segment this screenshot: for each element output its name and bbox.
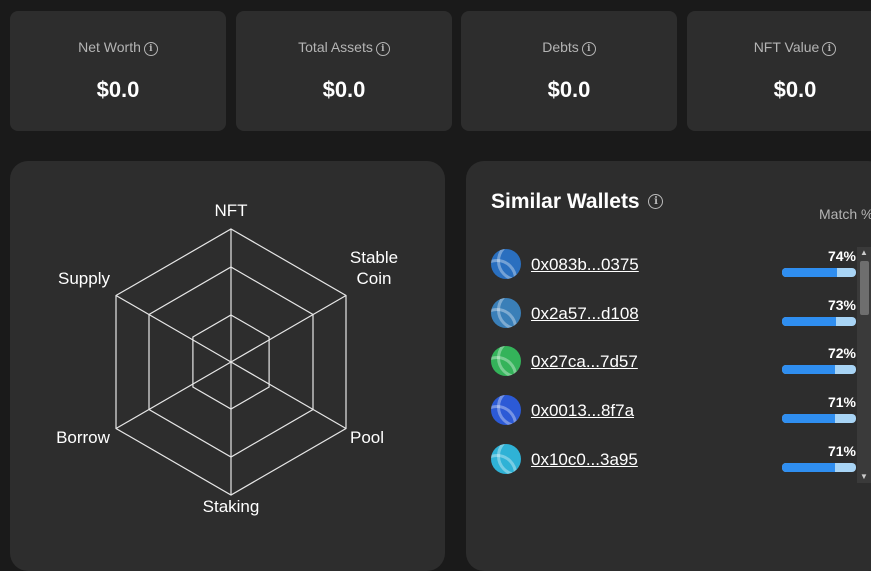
info-icon[interactable]: i (375, 42, 390, 56)
match-progress-fill (782, 414, 835, 423)
scroll-up-icon[interactable]: ▲ (857, 247, 871, 259)
stat-label-text: Debts (542, 39, 579, 55)
wallet-address-link[interactable]: 0x2a57...d108 (531, 304, 639, 324)
radar-label-nft: NFT (214, 201, 248, 220)
radar-label-stable-line2: Coin (356, 269, 392, 288)
wallet-avatar (491, 395, 521, 425)
radar-axis-pool (230, 361, 347, 430)
wallet-list-scrollbar[interactable]: ▲ ▼ (857, 247, 871, 483)
wallet-row[interactable]: 0x083b...0375 74% (466, 248, 866, 289)
stat-label: Total Assets i (236, 39, 452, 56)
info-icon[interactable]: i (822, 42, 837, 56)
scroll-thumb[interactable] (860, 261, 869, 315)
stat-value: $0.0 (322, 77, 366, 102)
radar-chart-panel: NFT Stable Coin Pool Staking Borrow Supp… (10, 161, 445, 571)
wallet-row[interactable]: 0x0013...8f7a 71% (466, 394, 866, 435)
scroll-down-icon[interactable]: ▼ (857, 471, 871, 483)
match-progress-fill (782, 317, 837, 326)
match-progress-fill (782, 268, 837, 277)
stat-card-nft-value: NFT Value i $0.0 (687, 11, 871, 131)
radar-label-pool: Pool (349, 428, 385, 447)
radar-label-supply: Supply (58, 269, 110, 288)
wallet-address-link[interactable]: 0x0013...8f7a (531, 401, 634, 421)
radar-label-borrow: Borrow (56, 428, 110, 447)
wallet-address-link[interactable]: 0x27ca...7d57 (531, 352, 638, 372)
radar-axis-stable-coin (230, 294, 347, 363)
match-percent: 73% (827, 297, 856, 313)
wallet-avatar (491, 346, 521, 376)
match-progress-bar (782, 365, 856, 374)
match-progress-bar (782, 317, 856, 326)
stat-label: Net Worth i (10, 39, 226, 56)
similar-wallets-title-text: Similar Wallets (491, 190, 640, 213)
stat-value: $0.0 (773, 77, 817, 102)
match-percent-header: Match % (819, 206, 871, 222)
wallet-row[interactable]: 0x10c0...3a95 71% (466, 443, 866, 484)
wallet-row[interactable]: 0x2a57...d108 73% (466, 297, 866, 338)
match-progress-fill (782, 463, 835, 472)
radar-label-stable-line1: Stable (349, 248, 399, 267)
match-progress-bar (782, 463, 856, 472)
match-progress-bar (782, 414, 856, 423)
wallet-address-link[interactable]: 0x10c0...3a95 (531, 450, 638, 470)
similar-wallets-panel: Similar Wallets i Match % 0x083b...0375 … (466, 161, 871, 571)
stat-label: NFT Value i (687, 39, 871, 56)
similar-wallets-title: Similar Wallets i (491, 190, 664, 214)
info-icon[interactable]: i (143, 42, 158, 56)
radar-axis-supply (115, 294, 232, 363)
stat-label-text: NFT Value (753, 39, 820, 55)
match-percent: 71% (827, 394, 856, 410)
stat-label: Debts i (461, 39, 677, 56)
info-icon[interactable]: i (581, 42, 596, 56)
stat-value: $0.0 (96, 77, 140, 102)
radar-label-staking: Staking (202, 497, 260, 516)
match-progress-bar (782, 268, 856, 277)
stat-card-net-worth: Net Worth i $0.0 (10, 11, 226, 131)
match-progress-fill (782, 365, 836, 374)
radar-label-stable-coin: Stable Coin (341, 247, 407, 289)
wallet-avatar (491, 298, 521, 328)
wallet-avatar (491, 249, 521, 279)
match-percent: 74% (827, 248, 856, 264)
wallet-row[interactable]: 0x27ca...7d57 72% (466, 345, 866, 386)
stat-card-debts: Debts i $0.0 (461, 11, 677, 131)
wallet-avatar (491, 444, 521, 474)
radar-axis-borrow (115, 361, 232, 430)
info-icon[interactable]: i (648, 194, 664, 209)
stat-value: $0.0 (547, 77, 591, 102)
match-percent: 72% (827, 345, 856, 361)
wallet-address-link[interactable]: 0x083b...0375 (531, 255, 639, 275)
stat-card-total-assets: Total Assets i $0.0 (236, 11, 452, 131)
match-percent: 71% (827, 443, 856, 459)
stat-label-text: Net Worth (78, 39, 141, 55)
stat-label-text: Total Assets (298, 39, 373, 55)
